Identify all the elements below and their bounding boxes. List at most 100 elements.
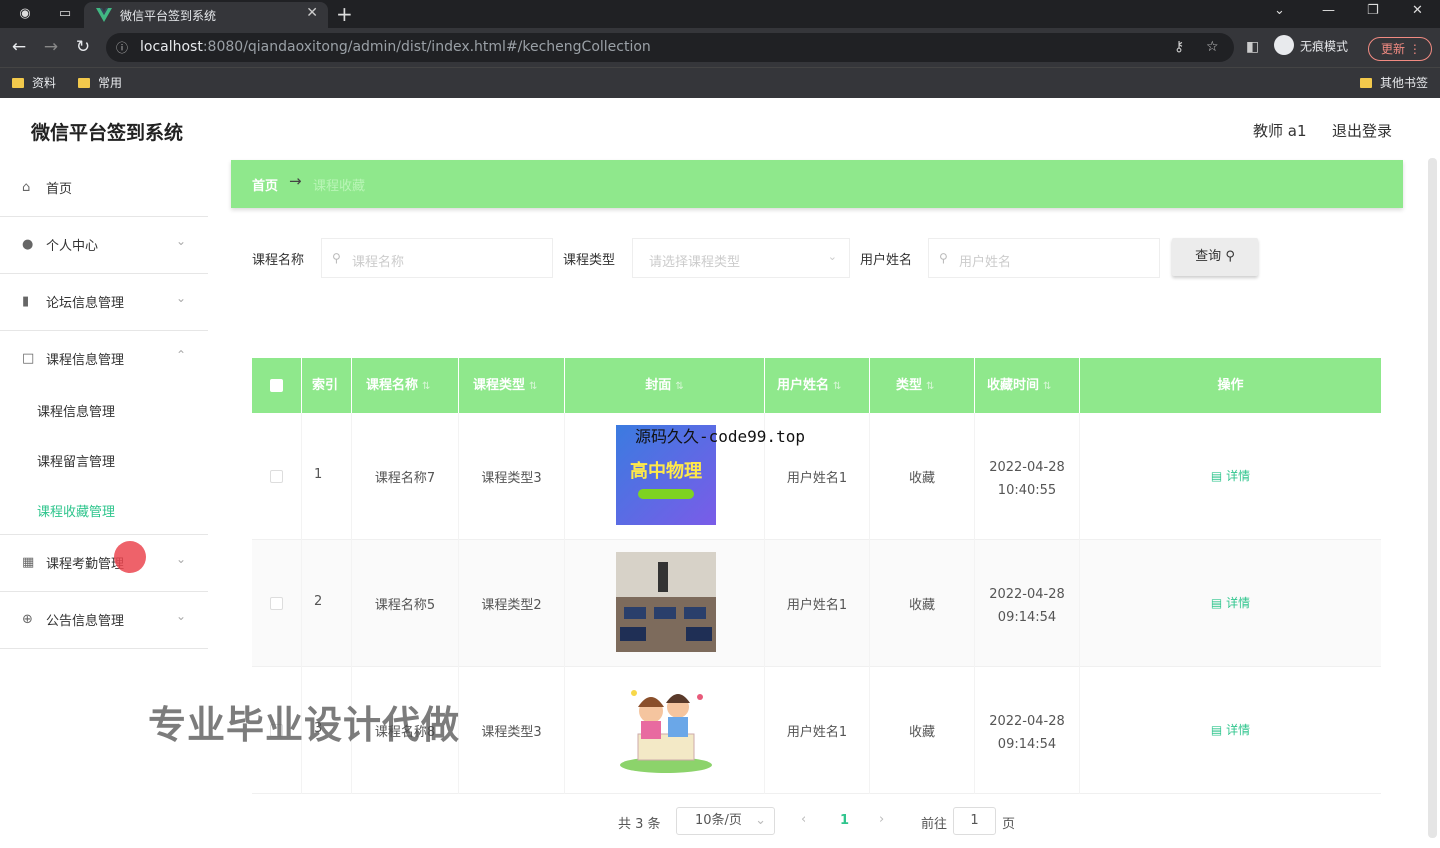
url-field[interactable]: ⓘ localhost:8080/qiandaoxitong/admin/dis… — [106, 33, 1234, 62]
bookmark-star-icon[interactable]: ☆ — [1206, 39, 1219, 55]
cell-user-name: 用户姓名1 — [786, 725, 848, 740]
cell-collect-time: 2022-04-28 10:40:55 — [989, 460, 1065, 498]
search-form: 课程名称 ⚲ 课程名称 课程类型 请选择课程类型 ⌄ 用户姓名 ⚲ 用户姓名 查… — [231, 238, 1403, 278]
svg-text:高中物理: 高中物理 — [630, 460, 702, 482]
browser-menu-icon[interactable]: ◉ — [14, 4, 36, 24]
col-index[interactable]: 索引 — [302, 358, 352, 413]
col-label: 类型 — [896, 378, 923, 393]
pagination-total: 共 3 条 — [618, 817, 661, 832]
checkbox[interactable] — [270, 470, 283, 483]
col-collect-time[interactable]: 收藏时间 ⇅ — [975, 358, 1080, 413]
side-panel-icon[interactable]: ◧ — [1246, 39, 1259, 55]
folder-icon — [12, 77, 24, 88]
cell-kind: 收藏 — [908, 471, 935, 486]
tab-search-icon[interactable]: ▭ — [54, 4, 76, 24]
minimize-icon[interactable]: — — [1322, 3, 1335, 18]
cell-index: 1 — [314, 467, 323, 482]
row-select[interactable] — [252, 540, 302, 667]
page-number-current[interactable]: 1 — [840, 813, 849, 843]
col-course-type[interactable]: 课程类型 ⇅ — [459, 358, 565, 413]
page-size-value: 10条/页 — [695, 813, 742, 828]
sort-icon: ⇅ — [529, 381, 538, 392]
sidebar-item-notice[interactable]: ⊕ 公告信息管理 ⌄ — [0, 592, 208, 649]
col-user-name[interactable]: 用户姓名 ⇅ — [765, 358, 870, 413]
prev-page-icon[interactable]: ‹ — [801, 812, 806, 842]
sidebar-item-attendance[interactable]: ▦ 课程考勤管理 ⌄ — [0, 535, 208, 592]
page-size-select[interactable]: 10条/页 ⌄ — [676, 807, 775, 835]
submenu-course-collection[interactable]: 课程收藏管理 — [37, 501, 115, 520]
close-window-icon[interactable]: ✕ — [1412, 3, 1423, 18]
breadcrumb-home[interactable]: 首页 — [252, 175, 278, 194]
tab-close-icon[interactable]: ✕ — [306, 5, 318, 21]
sidebar-item-label: 论坛信息管理 — [46, 296, 125, 311]
other-bookmarks[interactable]: 其他书签 — [1360, 74, 1428, 91]
col-kind[interactable]: 类型 ⇅ — [870, 358, 975, 413]
forward-icon[interactable]: → — [40, 37, 62, 57]
globe-icon: ⊕ — [22, 612, 33, 627]
user-name-input[interactable]: ⚲ 用户姓名 — [928, 238, 1160, 278]
sidebar-item-course[interactable]: □ 课程信息管理 ⌃ 课程信息管理 课程留言管理 课程收藏管理 — [0, 331, 208, 535]
sidebar-item-profile[interactable]: ● 个人中心 ⌄ — [0, 217, 208, 274]
new-tab-icon[interactable]: + — [336, 2, 353, 26]
sidebar-item-label: 课程信息管理 — [46, 353, 125, 368]
row-select[interactable] — [252, 413, 302, 540]
tab-list-icon[interactable]: ⌄ — [1274, 3, 1285, 18]
home-icon: ⌂ — [22, 180, 31, 195]
course-name-placeholder: 课程名称 — [352, 255, 405, 270]
cell-index: 2 — [314, 594, 323, 609]
detail-button[interactable]: ▤ 详情 — [1080, 467, 1381, 484]
cell-cover — [565, 540, 765, 667]
col-label: 课程名称 — [366, 378, 419, 393]
page-scrollbar[interactable] — [1428, 158, 1437, 838]
bookmark-folder[interactable]: 常用 — [78, 74, 122, 91]
col-label: 用户姓名 — [777, 378, 830, 393]
update-button[interactable]: 更新 ⋮ — [1368, 37, 1432, 61]
back-icon[interactable]: ← — [8, 37, 30, 57]
url-text: localhost:8080/qiandaoxitong/admin/dist/… — [140, 39, 651, 55]
select-all-checkbox[interactable] — [252, 358, 302, 413]
incognito-icon — [1274, 35, 1294, 55]
chart-icon: ▮ — [22, 294, 30, 309]
vue-logo-icon — [96, 8, 112, 22]
checkbox[interactable] — [270, 597, 283, 610]
bookmark-folder[interactable]: 资料 — [12, 74, 56, 91]
click-indicator — [114, 541, 146, 573]
folder-icon — [1360, 77, 1372, 88]
goto-page-input[interactable]: 1 — [953, 807, 996, 835]
course-name-input[interactable]: ⚲ 课程名称 — [321, 238, 553, 278]
logout-link[interactable]: 退出登录 — [1332, 120, 1392, 141]
chevron-up-icon: ⌃ — [175, 348, 186, 362]
user-name-label: 用户姓名 — [860, 253, 913, 268]
course-type-select[interactable]: 请选择课程类型 ⌄ — [632, 238, 850, 278]
col-course-name[interactable]: 课程名称 ⇅ — [352, 358, 459, 413]
submenu-course-info[interactable]: 课程信息管理 — [37, 401, 115, 420]
course-type-label: 课程类型 — [563, 253, 616, 268]
current-user: 教师 a1 — [1253, 122, 1307, 140]
next-page-icon[interactable]: › — [879, 812, 884, 842]
cell-kind: 收藏 — [908, 725, 935, 740]
detail-button[interactable]: ▤ 详情 — [1080, 594, 1381, 611]
site-info-icon[interactable]: ⓘ — [116, 39, 128, 56]
col-actions: 操作 — [1080, 358, 1381, 413]
sort-icon: ⇅ — [833, 381, 842, 392]
cell-course-type: 课程类型3 — [481, 725, 542, 740]
table-header: 索引 课程名称 ⇅ 课程类型 ⇅ 封面 ⇅ 用户姓名 ⇅ 类型 ⇅ 收藏时间 ⇅ 操作 — [252, 358, 1381, 413]
search-icon: ⚲ — [939, 251, 948, 265]
source-watermark: 源码久久-code99.top — [635, 427, 805, 446]
col-label: 课程类型 — [473, 378, 526, 393]
browser-tab[interactable]: 微信平台签到系统 ✕ — [84, 2, 328, 28]
sidebar-item-forum[interactable]: ▮ 论坛信息管理 ⌄ — [0, 274, 208, 331]
sort-icon: ⇅ — [675, 381, 684, 392]
incognito-indicator[interactable]: 无痕模式 — [1274, 35, 1348, 57]
col-label: 操作 — [1217, 378, 1244, 393]
submenu-course-message[interactable]: 课程留言管理 — [37, 451, 115, 470]
sidebar-item-home[interactable]: ⌂ 首页 — [0, 160, 208, 217]
detail-button[interactable]: ▤ 详情 — [1080, 721, 1381, 738]
reload-icon[interactable]: ↻ — [72, 37, 94, 57]
chevron-down-icon: ⌄ — [175, 552, 186, 566]
col-cover[interactable]: 封面 ⇅ — [565, 358, 765, 413]
col-label: 封面 — [645, 378, 672, 393]
query-button[interactable]: 查询 ⚲ — [1172, 238, 1258, 276]
maximize-icon[interactable]: ❐ — [1367, 3, 1379, 18]
key-icon[interactable]: ⚷ — [1174, 39, 1184, 55]
